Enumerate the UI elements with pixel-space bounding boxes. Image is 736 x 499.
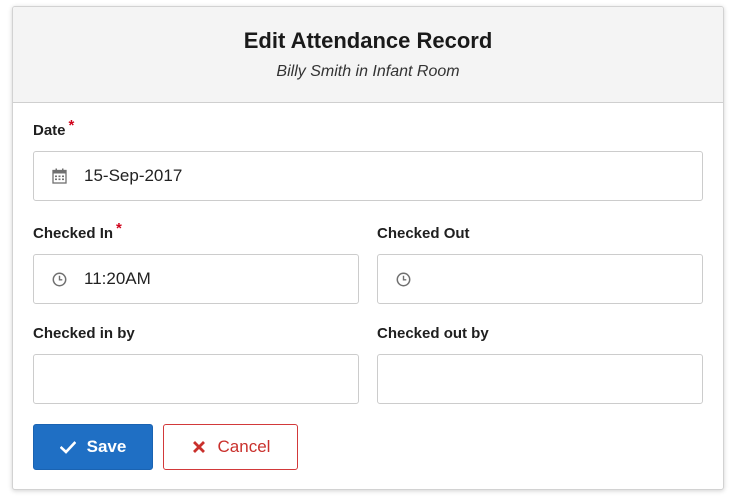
checked-out-field[interactable]	[377, 254, 703, 304]
checked-in-field[interactable]: 11:20AM	[33, 254, 359, 304]
save-button[interactable]: Save	[33, 424, 153, 470]
checked-in-by-field[interactable]	[33, 354, 359, 404]
date-label: Date	[33, 122, 66, 139]
dialog-title: Edit Attendance Record	[243, 28, 493, 53]
date-value: 15-Sep-2017	[84, 166, 183, 185]
checked-out-by-label-row: Checked out by	[377, 324, 703, 344]
required-marker: *	[68, 117, 75, 134]
checked-in-label: Checked In	[33, 225, 114, 242]
date-group: Date * 15-Sep-2017	[33, 117, 703, 201]
checked-out-by-label: Checked out by	[377, 325, 489, 342]
checked-out-group: Checked Out	[377, 224, 703, 304]
checked-in-label-row: Checked In *	[33, 220, 359, 244]
checked-in-group: Checked In * 11:20AM	[33, 220, 359, 304]
checked-out-by-group: Checked out by	[377, 324, 703, 404]
check-times-row: Checked In * 11:20AM Checked Out	[33, 220, 703, 304]
cancel-label: Cancel	[217, 437, 271, 456]
dialog-actions: Save Cancel	[33, 424, 703, 470]
required-marker: *	[116, 220, 122, 237]
checked-in-by-label-row: Checked in by	[33, 324, 359, 344]
cancel-button[interactable]: Cancel	[163, 424, 298, 470]
checkmark-icon	[59, 439, 76, 455]
checked-in-value: 11:20AM	[84, 269, 151, 288]
checked-out-label-row: Checked Out	[377, 224, 703, 244]
date-label-row: Date *	[33, 117, 703, 141]
edit-attendance-dialog: Edit Attendance Record Billy Smith in In…	[12, 6, 724, 490]
checked-in-by-group: Checked in by	[33, 324, 359, 404]
dialog-header: Edit Attendance Record Billy Smith in In…	[13, 7, 723, 103]
checked-out-by-field[interactable]	[377, 354, 703, 404]
dialog-body: Date * 15-Sep-2017 Checked In * 11:20AM …	[13, 103, 723, 470]
clock-icon	[395, 271, 411, 287]
x-icon	[191, 439, 207, 455]
checked-out-label: Checked Out	[377, 225, 470, 242]
checked-in-by-label: Checked in by	[33, 325, 135, 342]
save-label: Save	[86, 437, 127, 456]
calendar-icon	[51, 168, 67, 184]
dialog-subtitle: Billy Smith in Infant Room	[276, 63, 460, 80]
date-field[interactable]: 15-Sep-2017	[33, 151, 703, 201]
check-by-row: Checked in by Checked out by	[33, 324, 703, 404]
clock-icon	[51, 271, 67, 287]
